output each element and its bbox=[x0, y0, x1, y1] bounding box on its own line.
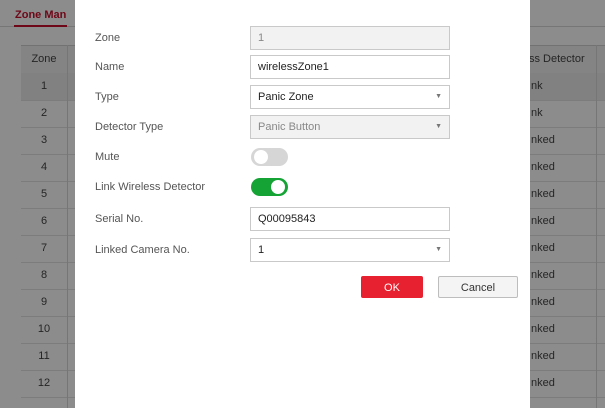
linked-camera-label: Linked Camera No. bbox=[95, 244, 190, 256]
serial-input[interactable]: Q00095843 bbox=[250, 207, 450, 231]
name-input[interactable]: wirelessZone1 bbox=[250, 55, 450, 79]
chevron-down-icon: ▼ bbox=[435, 93, 442, 100]
serial-label: Serial No. bbox=[95, 213, 144, 225]
cancel-button[interactable]: Cancel bbox=[438, 276, 518, 298]
mute-row: Mute bbox=[95, 145, 515, 169]
linked-camera-value: 1 bbox=[258, 244, 265, 256]
detector-type-select: Panic Button ▼ bbox=[250, 115, 450, 139]
link-wireless-toggle[interactable] bbox=[251, 178, 288, 196]
detector-type-row: Detector Type Panic Button ▼ bbox=[95, 115, 515, 139]
serial-row: Serial No. Q00095843 bbox=[95, 207, 515, 231]
detector-type-label: Detector Type bbox=[95, 121, 164, 133]
link-wireless-row: Link Wireless Detector bbox=[95, 175, 515, 199]
zone-settings-dialog: Zone 1 Name wirelessZone1 Type Panic Zon… bbox=[75, 0, 530, 408]
zone-label: Zone bbox=[95, 32, 121, 44]
type-select[interactable]: Panic Zone ▼ bbox=[250, 85, 450, 109]
toggle-knob bbox=[271, 180, 285, 194]
detector-type-value: Panic Button bbox=[258, 121, 321, 133]
type-row: Type Panic Zone ▼ bbox=[95, 85, 515, 109]
linked-camera-row: Linked Camera No. 1 ▼ bbox=[95, 238, 515, 262]
ok-button[interactable]: OK bbox=[361, 276, 423, 298]
zone-field: 1 bbox=[250, 26, 450, 50]
zone-row: Zone 1 bbox=[95, 26, 515, 50]
linked-camera-select[interactable]: 1 ▼ bbox=[250, 238, 450, 262]
mute-label: Mute bbox=[95, 151, 120, 163]
name-label: Name bbox=[95, 61, 125, 73]
type-label: Type bbox=[95, 91, 119, 103]
name-row: Name wirelessZone1 bbox=[95, 55, 515, 79]
mute-toggle[interactable] bbox=[251, 148, 288, 166]
chevron-down-icon: ▼ bbox=[435, 246, 442, 253]
type-select-value: Panic Zone bbox=[258, 91, 314, 103]
link-wireless-label: Link Wireless Detector bbox=[95, 181, 206, 193]
chevron-down-icon: ▼ bbox=[435, 123, 442, 130]
toggle-knob bbox=[254, 150, 268, 164]
